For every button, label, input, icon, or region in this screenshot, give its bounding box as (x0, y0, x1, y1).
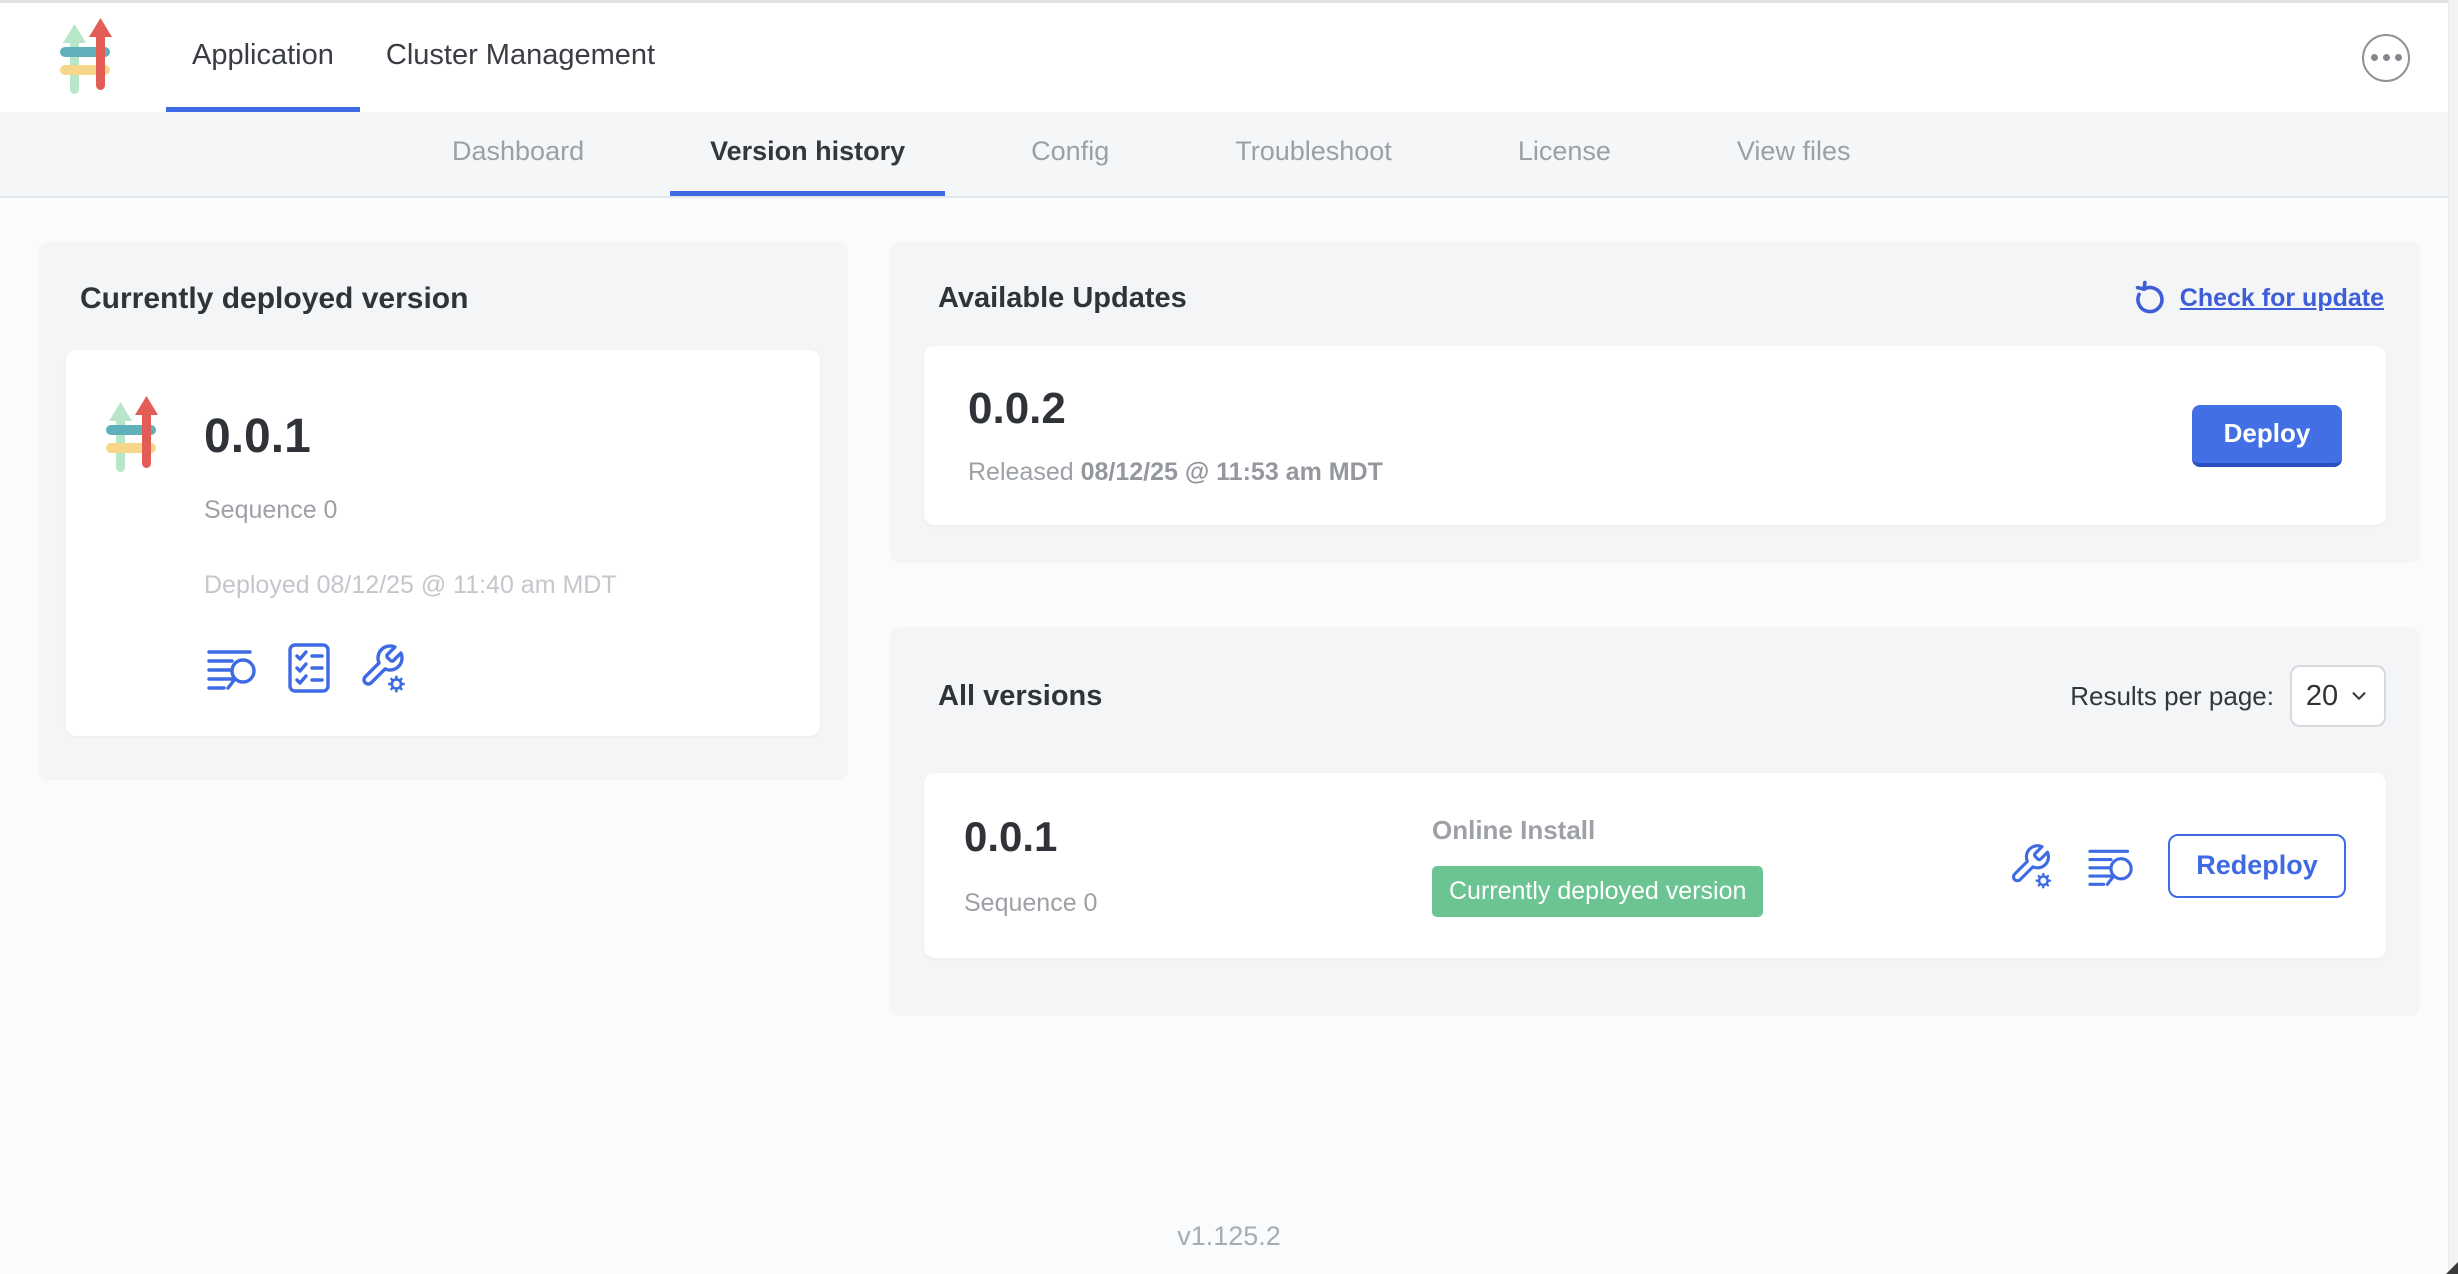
tab-view-files[interactable]: View files (1697, 112, 1891, 196)
header-right (2362, 3, 2410, 112)
refresh-icon (2132, 280, 2168, 316)
app-logo-icon (102, 396, 166, 476)
app-header: Application Cluster Management (0, 0, 2458, 112)
app-subnav: Dashboard Version history Config Trouble… (0, 112, 2458, 198)
tab-troubleshoot[interactable]: Troubleshoot (1195, 112, 1432, 196)
update-row: 0.0.2 Released 08/12/25 @ 11:53 am MDT D… (924, 346, 2386, 525)
deployed-timestamp: Deployed 08/12/25 @ 11:40 am MDT (204, 571, 784, 600)
resize-corner-icon (2446, 1262, 2458, 1274)
currently-deployed-card: Currently deployed version 0.0.1 (38, 242, 848, 780)
app-logo-icon (58, 18, 118, 98)
available-updates-title: Available Updates (938, 282, 1187, 315)
view-diff-icon[interactable] (2086, 844, 2136, 888)
edit-config-icon[interactable] (2008, 842, 2054, 890)
tab-dashboard[interactable]: Dashboard (412, 112, 624, 196)
primary-nav: Application Cluster Management (166, 3, 681, 112)
all-versions-card: All versions Results per page: 20 0.0 (890, 627, 2420, 1016)
edit-config-icon[interactable] (358, 642, 408, 694)
version-row: 0.0.1 Sequence 0 Online Install Currentl… (924, 773, 2386, 958)
main-content: Currently deployed version 0.0.1 (0, 198, 2458, 1016)
chevron-down-icon (2348, 685, 2370, 707)
update-released-line: Released 08/12/25 @ 11:53 am MDT (968, 458, 1383, 487)
row-sequence: Sequence 0 (964, 889, 1432, 918)
update-version-number: 0.0.2 (968, 384, 1383, 434)
redeploy-button[interactable]: Redeploy (2168, 834, 2346, 898)
currently-deployed-title: Currently deployed version (80, 282, 820, 316)
tab-config[interactable]: Config (991, 112, 1149, 196)
deployed-version-number: 0.0.1 (204, 409, 311, 464)
row-install-type: Online Install (1432, 815, 2008, 846)
admin-console-page: Application Cluster Management Dashboard… (0, 0, 2458, 1274)
right-column: Available Updates Check for update 0.0.2… (890, 242, 2420, 1016)
view-diff-icon[interactable] (204, 644, 260, 692)
check-for-update-link[interactable]: Check for update (2132, 280, 2384, 316)
results-per-page-select[interactable]: 20 (2290, 665, 2386, 727)
available-updates-card: Available Updates Check for update 0.0.2… (890, 242, 2420, 563)
scrollbar[interactable] (2448, 0, 2458, 1274)
row-version-number: 0.0.1 (964, 813, 1432, 861)
console-version: v1.125.2 (0, 1221, 2458, 1252)
results-per-page-label: Results per page: (2070, 681, 2274, 712)
deploy-button[interactable]: Deploy (2192, 405, 2342, 467)
preflight-checks-icon[interactable] (286, 642, 332, 694)
more-menu-icon[interactable] (2362, 34, 2410, 82)
deployed-sequence: Sequence 0 (204, 496, 784, 525)
tab-license[interactable]: License (1478, 112, 1651, 196)
deployed-version-panel: 0.0.1 Sequence 0 Deployed 08/12/25 @ 11:… (66, 350, 820, 736)
tab-application[interactable]: Application (166, 3, 360, 112)
tab-cluster-management[interactable]: Cluster Management (360, 3, 681, 112)
currently-deployed-badge: Currently deployed version (1432, 866, 1763, 917)
tab-version-history[interactable]: Version history (670, 112, 945, 196)
all-versions-title: All versions (938, 680, 1102, 713)
